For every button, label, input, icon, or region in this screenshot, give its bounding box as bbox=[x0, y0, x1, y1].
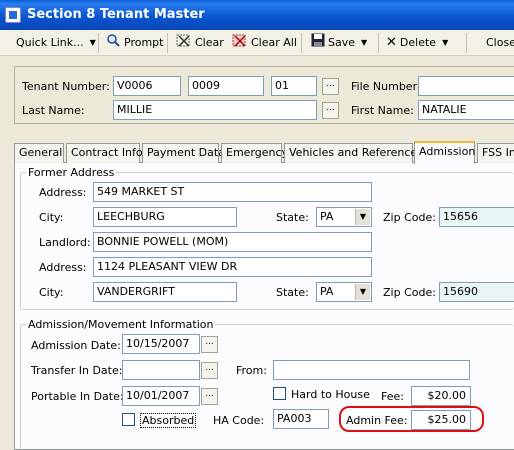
landlord-address-field[interactable]: 1124 PLEASANT VIEW DR bbox=[93, 257, 372, 277]
fee-label: Fee: bbox=[381, 390, 404, 403]
city-label: City: bbox=[39, 211, 64, 224]
magnifier-icon bbox=[106, 33, 121, 54]
save-button[interactable]: Save ▼ bbox=[311, 33, 368, 53]
delete-label: Delete bbox=[399, 36, 437, 49]
prompt-label: Prompt bbox=[124, 36, 164, 49]
clear-all-icon bbox=[232, 33, 248, 54]
former-address-title: Former Address bbox=[26, 166, 117, 179]
transfer-in-date-field[interactable] bbox=[122, 360, 200, 380]
state-label: State: bbox=[276, 211, 309, 224]
toolbar: Quick Link... ▼ Prompt Clear Clear All S… bbox=[0, 30, 514, 56]
clear-all-label: Clear All bbox=[251, 36, 297, 49]
chevron-down-icon: ▼ bbox=[361, 38, 368, 47]
chevron-down-icon: ▼ bbox=[442, 38, 449, 47]
tab-vehicles-references[interactable]: Vehicles and References bbox=[284, 143, 423, 163]
title-bar: Section 8 Tenant Master bbox=[0, 0, 514, 30]
from-field[interactable] bbox=[273, 360, 470, 380]
delete-button[interactable]: ✕ Delete ▼ bbox=[386, 34, 448, 52]
admission-date-picker-button[interactable]: ... bbox=[201, 336, 218, 353]
hard-to-house-label: Hard to House bbox=[291, 388, 370, 401]
floppy-disk-icon bbox=[311, 33, 325, 53]
app-icon bbox=[5, 7, 21, 23]
tenant-number-field-2[interactable]: 0009 bbox=[188, 76, 264, 96]
tenant-number-field-3[interactable]: 01 bbox=[271, 76, 317, 96]
file-number-field[interactable] bbox=[418, 76, 514, 96]
toolbar-separator bbox=[167, 33, 168, 53]
tab-contract-info[interactable]: Contract Info bbox=[66, 143, 143, 163]
last-name-field[interactable]: MILLIE bbox=[113, 100, 317, 120]
portable-in-date-field[interactable]: 10/01/2007 bbox=[122, 386, 200, 406]
transfer-in-date-label: Transfer In Date: bbox=[31, 364, 123, 377]
dropdown-arrow-icon: ▼ bbox=[355, 209, 370, 225]
first-name-label: First Name: bbox=[351, 104, 414, 117]
portable-in-date-label: Portable In Date: bbox=[31, 390, 124, 403]
absorbed-checkbox[interactable] bbox=[122, 413, 135, 426]
former-state-select[interactable]: PA ▼ bbox=[316, 207, 372, 227]
landlord-zip-label: Zip Code: bbox=[383, 286, 436, 299]
tenant-number-field-1[interactable]: V0006 bbox=[113, 76, 181, 96]
tab-admission[interactable]: Admission bbox=[414, 141, 475, 164]
admission-movement-title: Admission/Movement Information bbox=[26, 318, 216, 331]
ha-code-field[interactable]: PA003 bbox=[273, 409, 329, 429]
former-zip-field[interactable]: 15656 bbox=[439, 207, 514, 227]
clear-label: Clear bbox=[195, 36, 224, 49]
landlord-label: Landlord: bbox=[39, 236, 91, 249]
toolbar-separator bbox=[98, 33, 99, 53]
toolbar-separator bbox=[378, 33, 379, 53]
toolbar-separator bbox=[466, 33, 467, 53]
dropdown-arrow-icon: ▼ bbox=[355, 284, 370, 300]
former-address-field[interactable]: 549 MARKET ST bbox=[93, 182, 372, 202]
quick-link-button[interactable]: Quick Link... ▼ bbox=[16, 34, 96, 52]
landlord-city-label: City: bbox=[39, 286, 64, 299]
admission-date-label: Admission Date: bbox=[31, 339, 121, 352]
window-title: Section 8 Tenant Master bbox=[27, 7, 205, 22]
tab-payment-data[interactable]: Payment Data bbox=[142, 143, 225, 163]
former-state-value: PA bbox=[320, 210, 334, 223]
landlord-state-select[interactable]: PA ▼ bbox=[316, 282, 372, 302]
tab-fss-info[interactable]: FSS Info bbox=[477, 143, 514, 163]
tab-general[interactable]: General bbox=[14, 143, 64, 163]
first-name-field[interactable]: NATALIE bbox=[418, 100, 514, 120]
landlord-state-value: PA bbox=[320, 285, 334, 298]
clear-icon bbox=[176, 33, 192, 54]
zip-code-label: Zip Code: bbox=[383, 211, 436, 224]
delete-x-icon: ✕ bbox=[386, 35, 397, 50]
former-city-field[interactable]: LEECHBURG bbox=[93, 207, 237, 227]
landlord-zip-field[interactable]: 15690 bbox=[439, 282, 514, 302]
portable-in-date-picker-button[interactable]: ... bbox=[201, 388, 218, 405]
landlord-state-label: State: bbox=[276, 286, 309, 299]
admin-fee-highlight-ring bbox=[339, 406, 484, 432]
transfer-in-date-picker-button[interactable]: ... bbox=[201, 362, 218, 379]
close-label: Close bbox=[486, 36, 514, 49]
last-name-label: Last Name: bbox=[22, 104, 85, 117]
tab-strip: General Contract Info Payment Data Emerg… bbox=[14, 141, 514, 164]
landlord-field[interactable]: BONNIE POWELL (MOM) bbox=[93, 232, 372, 252]
absorbed-label: Absorbed bbox=[140, 413, 197, 428]
from-label: From: bbox=[236, 364, 267, 377]
save-label: Save bbox=[328, 36, 356, 49]
close-button[interactable]: Close bbox=[486, 34, 514, 52]
landlord-address-label: Address: bbox=[39, 261, 87, 274]
clear-button[interactable]: Clear bbox=[176, 34, 224, 52]
tenant-number-label: Tenant Number: bbox=[22, 80, 110, 93]
chevron-down-icon: ▼ bbox=[89, 38, 96, 47]
last-name-lookup-button[interactable]: ... bbox=[322, 102, 339, 119]
prompt-button[interactable]: Prompt bbox=[106, 33, 164, 54]
tab-emergency[interactable]: Emergency bbox=[221, 143, 288, 163]
tenant-lookup-button[interactable]: ... bbox=[322, 78, 339, 95]
hard-to-house-checkbox[interactable] bbox=[273, 387, 286, 400]
address-label: Address: bbox=[39, 186, 87, 199]
landlord-city-field[interactable]: VANDERGRIFT bbox=[93, 282, 237, 302]
admission-date-field[interactable]: 10/15/2007 bbox=[122, 334, 200, 354]
quick-link-label: Quick Link... bbox=[16, 36, 84, 49]
toolbar-separator bbox=[301, 33, 302, 53]
file-number-label: File Number: bbox=[351, 80, 421, 93]
clear-all-button[interactable]: Clear All bbox=[232, 34, 297, 52]
ha-code-label: HA Code: bbox=[213, 414, 265, 427]
fee-field[interactable]: $20.00 bbox=[411, 386, 471, 406]
